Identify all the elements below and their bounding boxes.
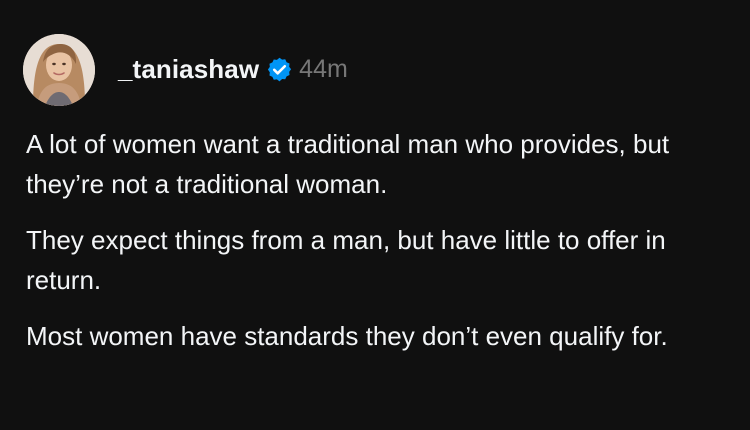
avatar[interactable] <box>23 34 95 106</box>
post-paragraph-2: They expect things from a man, but have … <box>26 225 666 295</box>
avatar-photo <box>23 34 95 106</box>
verified-badge-icon <box>266 56 293 83</box>
post-paragraph-3: Most women have standards they don’t eve… <box>26 321 668 351</box>
post-text: A lot of women want a traditional man wh… <box>26 124 726 372</box>
post-paragraph-1: A lot of women want a traditional man wh… <box>26 129 670 199</box>
post-header: _taniashaw 44m <box>118 50 348 88</box>
post-card: _taniashaw 44m A lot of women want a tra… <box>0 0 750 430</box>
post-timestamp: 44m <box>299 54 348 83</box>
username[interactable]: _taniashaw <box>118 54 259 85</box>
